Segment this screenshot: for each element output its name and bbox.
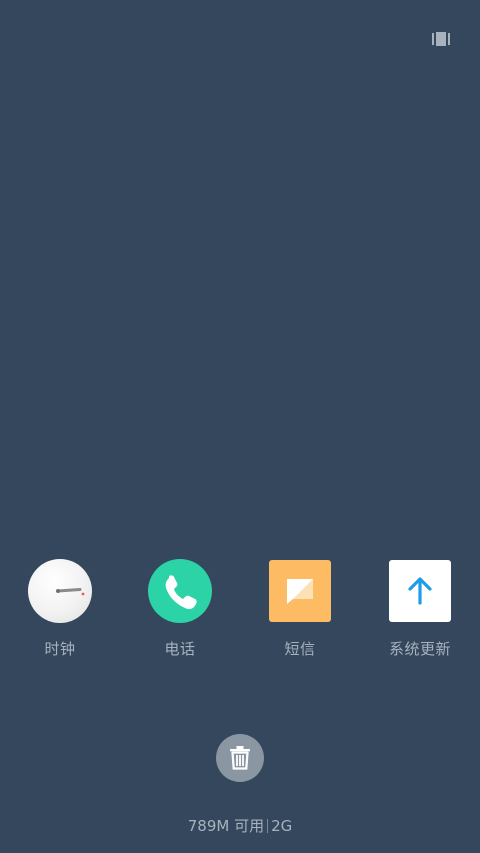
message-icon bbox=[267, 558, 333, 624]
app-label-phone: 电话 bbox=[164, 640, 196, 658]
recent-app-clock[interactable]: 时钟 bbox=[5, 558, 115, 659]
recent-app-system-update[interactable]: 系统更新 bbox=[365, 558, 475, 659]
memory-total: 2G bbox=[271, 817, 293, 835]
phone-icon bbox=[147, 558, 213, 624]
recent-app-phone[interactable]: 电话 bbox=[125, 558, 235, 659]
clock-icon bbox=[27, 558, 93, 624]
app-label-clock: 时钟 bbox=[44, 640, 76, 658]
recent-app-messages[interactable]: 短信 bbox=[245, 558, 355, 659]
memory-divider bbox=[267, 819, 269, 833]
trash-icon bbox=[230, 746, 250, 770]
system-update-icon bbox=[387, 558, 453, 624]
app-label-messages: 短信 bbox=[284, 640, 316, 658]
memory-status: 789M 可用 2G bbox=[0, 815, 480, 836]
app-label-system-update: 系统更新 bbox=[388, 640, 451, 658]
recent-apps-row: 时钟 电话 短信 系统更新 bbox=[0, 558, 480, 668]
clear-all-button[interactable] bbox=[216, 734, 264, 782]
recents-view-icon bbox=[432, 32, 450, 46]
view-toggle-button[interactable] bbox=[432, 31, 450, 46]
memory-available: 789M 可用 bbox=[187, 817, 265, 835]
